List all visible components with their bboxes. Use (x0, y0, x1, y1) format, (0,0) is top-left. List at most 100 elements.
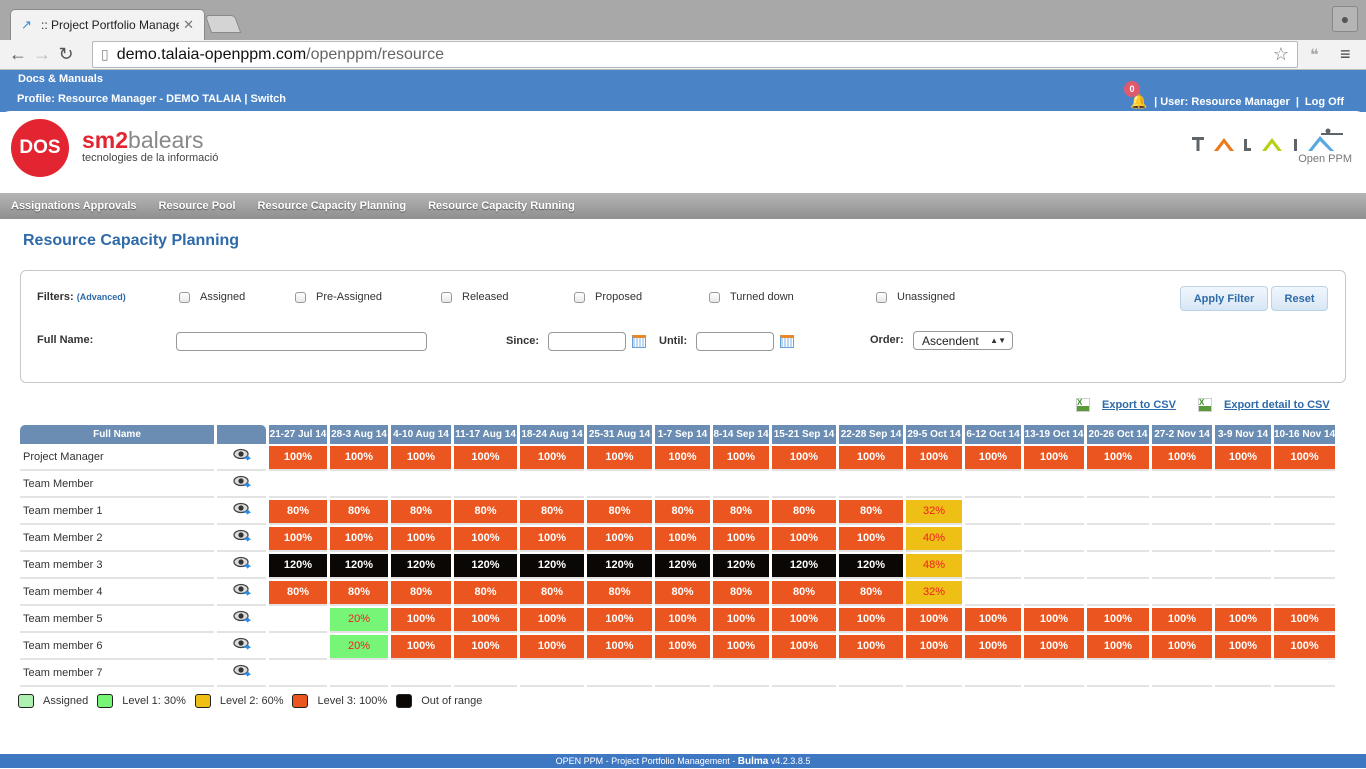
export-detail-csv-link[interactable]: Export detail to CSV (1224, 399, 1330, 411)
eye-icon[interactable] (232, 637, 251, 651)
full-name-input[interactable] (176, 332, 427, 351)
back-icon[interactable]: ← (6, 44, 30, 65)
capacity-value[interactable]: 100% (454, 527, 517, 550)
capacity-value[interactable]: 80% (454, 581, 517, 604)
capacity-value[interactable]: 100% (965, 635, 1021, 658)
capacity-value[interactable]: 80% (772, 500, 836, 523)
capacity-value[interactable]: 100% (906, 635, 962, 658)
filter-pre-assigned-checkbox[interactable]: Pre-Assigned (295, 291, 382, 303)
eye-icon[interactable] (232, 583, 251, 597)
filter-turned-down-checkbox[interactable]: Turned down (709, 291, 794, 303)
capacity-value[interactable]: 120% (330, 554, 388, 577)
capacity-value[interactable]: 80% (772, 581, 836, 604)
capacity-value[interactable]: 100% (520, 446, 584, 469)
capacity-value[interactable]: 100% (520, 527, 584, 550)
checkbox-box[interactable] (876, 291, 887, 303)
capacity-value[interactable]: 100% (1152, 635, 1212, 658)
capacity-value[interactable]: 80% (520, 581, 584, 604)
menu-resource-capacity-planning[interactable]: Resource Capacity Planning (258, 200, 407, 212)
filter-released-checkbox[interactable]: Released (441, 291, 508, 303)
capacity-value[interactable]: 80% (269, 500, 327, 523)
filter-proposed-checkbox[interactable]: Proposed (574, 291, 642, 303)
capacity-value[interactable]: 100% (906, 446, 962, 469)
capacity-value[interactable]: 100% (772, 446, 836, 469)
menu-assignations-approvals[interactable]: Assignations Approvals (11, 200, 137, 212)
view-detail-eye-icon[interactable] (217, 606, 266, 633)
capacity-value[interactable]: 100% (713, 446, 769, 469)
capacity-value[interactable]: 20% (330, 608, 388, 631)
capacity-value[interactable]: 100% (839, 635, 903, 658)
capacity-value[interactable]: 100% (839, 446, 903, 469)
until-date-input[interactable] (696, 332, 774, 351)
capacity-value[interactable]: 120% (269, 554, 327, 577)
capacity-value[interactable]: 100% (520, 635, 584, 658)
reload-icon[interactable]: ↻ (54, 44, 78, 65)
capacity-value[interactable]: 100% (655, 446, 710, 469)
extension-icon[interactable]: ❝ (1310, 45, 1319, 65)
capacity-value[interactable]: 100% (454, 608, 517, 631)
capacity-value[interactable]: 100% (1215, 608, 1271, 631)
checkbox-box[interactable] (295, 291, 306, 303)
view-detail-eye-icon[interactable] (217, 444, 266, 471)
view-detail-eye-icon[interactable] (217, 579, 266, 606)
capacity-value[interactable]: 100% (520, 608, 584, 631)
address-bar[interactable]: ▯ demo.talaia-openppm.com/openppm/resour… (92, 41, 1298, 68)
capacity-value[interactable]: 80% (713, 500, 769, 523)
capacity-value[interactable]: 100% (269, 527, 327, 550)
capacity-value[interactable]: 100% (655, 527, 710, 550)
eye-icon[interactable] (232, 475, 251, 489)
capacity-value[interactable]: 32% (906, 581, 962, 604)
capacity-value[interactable]: 100% (713, 608, 769, 631)
capacity-value[interactable]: 100% (391, 608, 451, 631)
capacity-value[interactable]: 100% (839, 527, 903, 550)
eye-icon[interactable] (232, 448, 251, 462)
capacity-value[interactable]: 80% (713, 581, 769, 604)
capacity-value[interactable]: 80% (839, 581, 903, 604)
eye-icon[interactable] (232, 502, 251, 516)
docs-manuals-link[interactable]: Docs & Manuals (18, 73, 103, 85)
view-detail-eye-icon[interactable] (217, 552, 266, 579)
capacity-value[interactable]: 80% (839, 500, 903, 523)
capacity-value[interactable]: 100% (1152, 446, 1212, 469)
capacity-value[interactable]: 100% (1087, 635, 1149, 658)
menu-resource-capacity-running[interactable]: Resource Capacity Running (428, 200, 575, 212)
capacity-value[interactable]: 120% (587, 554, 652, 577)
capacity-value[interactable]: 100% (1024, 635, 1084, 658)
close-tab-icon[interactable]: ✕ (183, 17, 194, 33)
capacity-value[interactable]: 100% (391, 446, 451, 469)
checkbox-box[interactable] (709, 291, 720, 303)
capacity-value[interactable]: 100% (391, 635, 451, 658)
capacity-value[interactable]: 80% (655, 581, 710, 604)
capacity-value[interactable]: 100% (587, 527, 652, 550)
capacity-value[interactable]: 100% (965, 446, 1021, 469)
logoff-link[interactable]: Log Off (1305, 96, 1344, 108)
capacity-value[interactable]: 100% (713, 635, 769, 658)
capacity-value[interactable]: 120% (454, 554, 517, 577)
capacity-value[interactable]: 100% (772, 608, 836, 631)
capacity-value[interactable]: 100% (1274, 635, 1336, 658)
capacity-value[interactable]: 32% (906, 500, 962, 523)
capacity-value[interactable]: 80% (454, 500, 517, 523)
bookmark-star-icon[interactable]: ☆ (1273, 44, 1289, 65)
eye-icon[interactable] (232, 610, 251, 624)
capacity-value[interactable]: 100% (391, 527, 451, 550)
new-tab-button[interactable] (204, 15, 242, 33)
profile-switch-link[interactable]: Profile: Resource Manager - DEMO TALAIA … (17, 93, 286, 105)
capacity-value[interactable]: 100% (655, 635, 710, 658)
capacity-value[interactable]: 80% (330, 581, 388, 604)
capacity-value[interactable]: 100% (906, 608, 962, 631)
export-csv-link[interactable]: Export to CSV (1102, 399, 1176, 411)
advanced-filters-link[interactable]: (Advanced) (77, 292, 126, 302)
notification-bell-icon[interactable]: 🔔 0 (1124, 81, 1148, 111)
checkbox-box[interactable] (441, 291, 452, 303)
browser-menu-icon[interactable]: ≡ (1340, 44, 1351, 65)
capacity-value[interactable]: 100% (330, 446, 388, 469)
capacity-value[interactable]: 100% (454, 446, 517, 469)
view-detail-eye-icon[interactable] (217, 498, 266, 525)
capacity-value[interactable]: 80% (655, 500, 710, 523)
view-detail-eye-icon[interactable] (217, 525, 266, 552)
until-calendar-icon[interactable] (780, 335, 794, 348)
capacity-value[interactable]: 120% (772, 554, 836, 577)
eye-icon[interactable] (232, 556, 251, 570)
view-detail-eye-icon[interactable] (217, 660, 266, 687)
